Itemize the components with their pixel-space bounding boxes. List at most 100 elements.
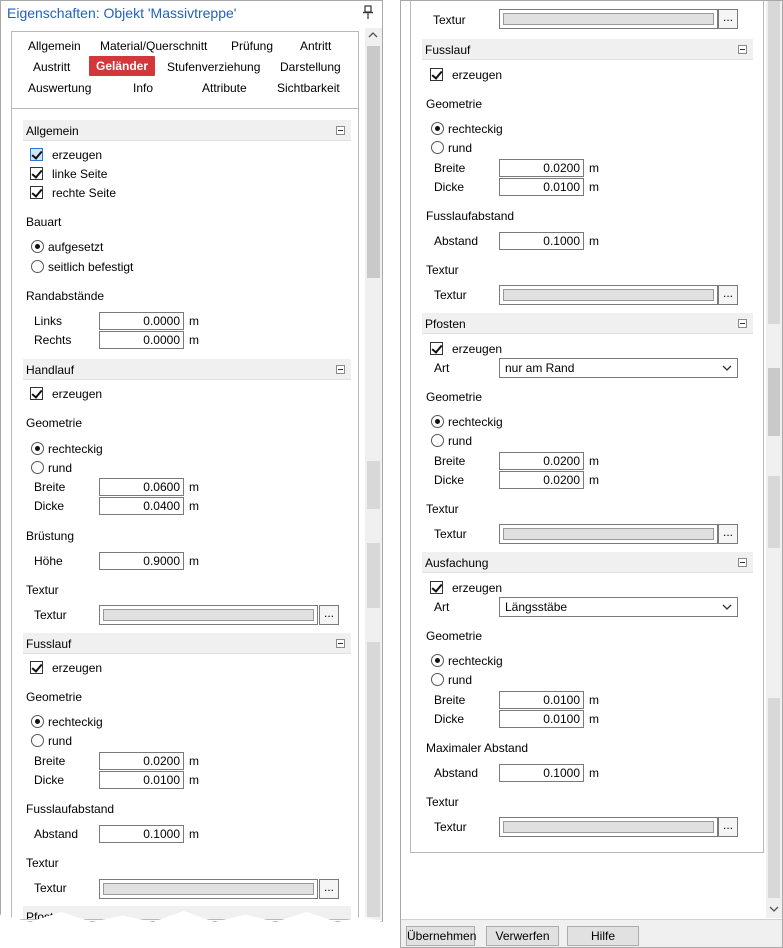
section-header-pfosten[interactable]: Pfosten <box>23 906 351 919</box>
section-header-ausfachung[interactable]: Ausfachung <box>422 552 753 573</box>
radio-rechteckig[interactable] <box>431 415 444 428</box>
browse-button[interactable]: ... <box>319 605 339 625</box>
discard-button[interactable]: Verwerfen <box>486 926 559 946</box>
browse-button[interactable]: ... <box>718 285 738 305</box>
field-label-art: Art <box>434 361 450 375</box>
unit-label: m <box>189 827 199 841</box>
checkbox-fusslauf-erzeugen[interactable] <box>30 661 43 674</box>
texture-field[interactable] <box>499 285 718 305</box>
browse-button[interactable]: ... <box>718 817 738 837</box>
checkbox-linke-seite[interactable] <box>30 167 43 180</box>
scroll-thumb[interactable] <box>768 476 780 548</box>
field-label-dicke: Dicke <box>34 499 65 513</box>
section-header-pfosten[interactable]: Pfosten <box>422 313 753 334</box>
scroll-thumb[interactable] <box>367 46 380 278</box>
input-rechts[interactable]: 0.0000 <box>99 331 184 349</box>
section-header-fusslauf[interactable]: Fusslauf <box>23 633 351 654</box>
browse-button[interactable]: ... <box>319 879 339 899</box>
browse-button[interactable]: ... <box>718 9 738 29</box>
input-dicke[interactable]: 0.0200 <box>499 471 584 489</box>
checkbox-pfosten-erzeugen[interactable] <box>430 342 443 355</box>
radio-aufgesetzt[interactable] <box>31 240 44 253</box>
radio-seitlich-befestigt[interactable] <box>31 260 44 273</box>
tab-material-querschnitt[interactable]: Material/Querschnitt <box>100 39 207 53</box>
radio-rund[interactable] <box>31 461 44 474</box>
section-header-handlauf[interactable]: Handlauf <box>23 359 351 380</box>
texture-field[interactable] <box>99 879 318 899</box>
tab-auswertung[interactable]: Auswertung <box>28 81 91 95</box>
radio-rund[interactable] <box>431 434 444 447</box>
input-breite[interactable]: 0.0200 <box>499 159 584 177</box>
input-abstand[interactable]: 0.1000 <box>499 232 584 250</box>
tab-pruefung[interactable]: Prüfung <box>231 39 273 53</box>
scroll-thumb[interactable] <box>367 543 380 608</box>
input-abstand[interactable]: 0.1000 <box>99 825 184 843</box>
checkbox-erzeugen[interactable] <box>30 148 43 161</box>
scrollbar-left[interactable] <box>365 28 382 920</box>
collapse-icon[interactable] <box>738 558 747 567</box>
radio-rechteckig[interactable] <box>431 122 444 135</box>
field-label-art: Art <box>434 600 450 614</box>
scroll-thumb[interactable] <box>768 1 780 324</box>
tab-gelaender[interactable]: Geländer <box>89 56 156 76</box>
input-dicke[interactable]: 0.0400 <box>99 497 184 515</box>
dropdown-ausfachung-art[interactable]: Längsstäbe <box>499 597 738 617</box>
unit-label: m <box>189 499 199 513</box>
input-breite[interactable]: 0.0200 <box>99 752 184 770</box>
collapse-icon[interactable] <box>336 126 345 135</box>
scroll-thumb[interactable] <box>367 642 380 917</box>
radio-rund[interactable] <box>431 673 444 686</box>
radio-rechteckig[interactable] <box>431 654 444 667</box>
checkbox-label: erzeugen <box>52 661 103 675</box>
tab-info[interactable]: Info <box>133 81 153 95</box>
collapse-icon[interactable] <box>336 639 345 648</box>
apply-button[interactable]: Übernehmen <box>406 926 476 946</box>
collapse-icon[interactable] <box>738 45 747 54</box>
arrow-down-icon[interactable] <box>766 902 782 916</box>
radio-rechteckig[interactable] <box>31 715 44 728</box>
texture-field[interactable] <box>499 9 718 29</box>
scrollbar-right[interactable] <box>766 1 782 918</box>
tab-stufenverziehung[interactable]: Stufenverziehung <box>167 60 260 74</box>
section-header-fusslauf[interactable]: Fusslauf <box>422 39 753 60</box>
tab-allgemein[interactable]: Allgemein <box>28 39 81 53</box>
checkbox-handlauf-erzeugen[interactable] <box>30 387 43 400</box>
tab-darstellung[interactable]: Darstellung <box>280 60 341 74</box>
input-dicke[interactable]: 0.0100 <box>99 771 184 789</box>
input-links[interactable]: 0.0000 <box>99 312 184 330</box>
texture-field[interactable] <box>99 605 318 625</box>
texture-field[interactable] <box>499 817 718 837</box>
browse-button[interactable]: ... <box>718 524 738 544</box>
radio-rund[interactable] <box>431 141 444 154</box>
input-hoehe[interactable]: 0.9000 <box>99 552 184 570</box>
help-button[interactable]: Hilfe <box>567 926 639 946</box>
scroll-thumb[interactable] <box>367 461 380 509</box>
input-dicke[interactable]: 0.0100 <box>499 178 584 196</box>
checkbox-fusslauf-erzeugen[interactable] <box>430 68 443 81</box>
tab-sichtbarkeit[interactable]: Sichtbarkeit <box>277 81 340 95</box>
input-abstand[interactable]: 0.1000 <box>499 764 584 782</box>
tab-attribute[interactable]: Attribute <box>202 81 247 95</box>
checkbox-ausfachung-erzeugen[interactable] <box>430 581 443 594</box>
section-header-allgemein[interactable]: Allgemein <box>23 120 351 141</box>
tab-austritt[interactable]: Austritt <box>33 60 70 74</box>
input-breite[interactable]: 0.0100 <box>499 691 584 709</box>
scroll-thumb[interactable] <box>768 698 780 898</box>
radio-rund[interactable] <box>31 734 44 747</box>
input-dicke[interactable]: 0.0100 <box>499 710 584 728</box>
scroll-thumb[interactable] <box>768 368 780 436</box>
collapse-icon[interactable] <box>738 319 747 328</box>
checkbox-rechte-seite[interactable] <box>30 186 43 199</box>
field-label-dicke: Dicke <box>34 773 65 787</box>
tab-antritt[interactable]: Antritt <box>300 39 331 53</box>
texture-field[interactable] <box>499 524 718 544</box>
arrow-up-icon[interactable] <box>365 28 381 42</box>
radio-label: rechteckig <box>48 442 103 456</box>
radio-rechteckig[interactable] <box>31 442 44 455</box>
collapse-icon[interactable] <box>336 365 345 374</box>
input-breite[interactable]: 0.0600 <box>99 478 184 496</box>
input-breite[interactable]: 0.0200 <box>499 452 584 470</box>
dropdown-pfosten-art[interactable]: nur am Rand <box>499 358 738 378</box>
dropdown-value: Längsstäbe <box>505 600 568 614</box>
pin-icon[interactable] <box>363 5 373 19</box>
